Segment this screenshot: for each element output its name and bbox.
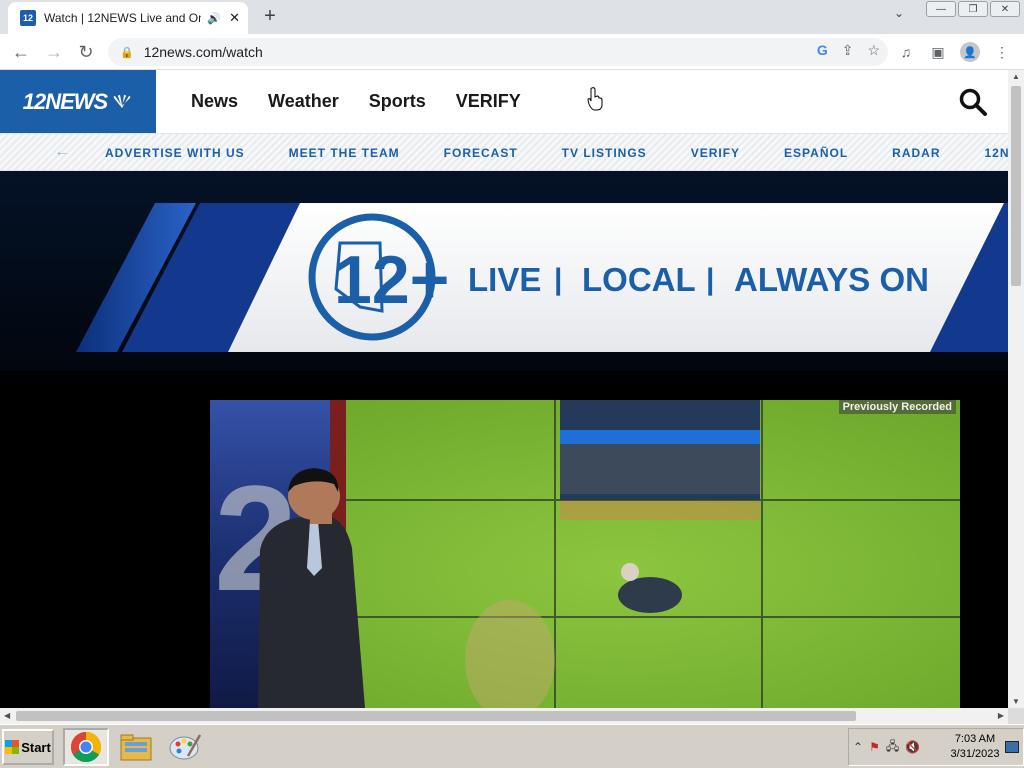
chrome-icon: [70, 732, 102, 763]
hand-cursor-icon: [587, 87, 603, 111]
subnav-forecast[interactable]: FORECAST: [444, 146, 518, 160]
video-player[interactable]: 2 Previously Recorded: [210, 400, 960, 708]
profile-button[interactable]: 👤: [958, 40, 982, 64]
subnav-verify[interactable]: VERIFY: [691, 146, 740, 160]
forward-button[interactable]: →: [42, 40, 66, 64]
browser-toolbar: ← → ↻ 🔒 12news.com/watch G ⇪ ☆ ♫ ▣ 👤 ⋮: [0, 34, 1024, 70]
show-desktop-icon[interactable]: [1005, 741, 1019, 753]
lock-icon[interactable]: 🔒: [120, 46, 134, 59]
vertical-scrollbar[interactable]: ▲ ▼: [1008, 70, 1024, 708]
search-icon[interactable]: [958, 87, 988, 117]
folder-icon: [120, 734, 152, 761]
google-lens-icon[interactable]: G: [817, 42, 828, 59]
banner-badge-text: 12+: [334, 242, 449, 318]
action-center-flag-icon[interactable]: ⚑: [869, 740, 880, 754]
nav-weather[interactable]: Weather: [268, 91, 339, 112]
restore-button[interactable]: ❐: [958, 1, 988, 17]
previously-recorded-label: Previously Recorded: [838, 400, 956, 414]
horizontal-scrollbar[interactable]: ◀ ▶: [0, 708, 1008, 724]
nav-verify[interactable]: VERIFY: [456, 91, 521, 112]
side-panel-icon[interactable]: ▣: [926, 40, 950, 64]
scrollbar-corner: [1008, 708, 1024, 724]
scroll-up-arrow-icon[interactable]: ▲: [1012, 72, 1020, 81]
banner-separator-2: |: [706, 263, 714, 296]
close-window-button[interactable]: ✕: [990, 1, 1020, 17]
nav-sports[interactable]: Sports: [369, 91, 426, 112]
page-viewport: 12NEWS News Weather Sports VERIFY ← ADVE…: [0, 70, 1008, 708]
banner-tagline-local: LOCAL: [582, 261, 696, 298]
volume-muted-icon[interactable]: 🔇: [905, 740, 920, 754]
paint-palette-icon: [169, 734, 202, 760]
new-tab-button[interactable]: +: [258, 4, 282, 28]
window-controls: — ❐ ✕: [926, 1, 1020, 17]
browser-menu-icon[interactable]: ⋮: [990, 40, 1014, 64]
nbc-peacock-icon: [113, 94, 131, 108]
system-clock[interactable]: 7:03 AM 3/31/2023: [945, 732, 1005, 762]
browser-tab[interactable]: 12 Watch | 12NEWS Live and On-D 🔊 ✕: [8, 2, 248, 34]
nav-news[interactable]: News: [191, 91, 238, 112]
start-button[interactable]: Start: [2, 729, 54, 765]
main-nav: News Weather Sports VERIFY: [191, 70, 521, 133]
start-label: Start: [21, 739, 51, 755]
banner-tagline-always-on: ALWAYS ON: [734, 261, 929, 298]
clock-date: 3/31/2023: [950, 748, 1000, 760]
taskbar-chrome[interactable]: [63, 728, 109, 766]
subnav-advertise[interactable]: ADVERTISE WITH US: [105, 146, 245, 160]
taskbar: Start ⌃ ⚑ �: [0, 724, 1024, 768]
profile-avatar-icon: 👤: [960, 42, 980, 62]
site-logo[interactable]: 12NEWS: [0, 70, 156, 133]
address-bar[interactable]: 🔒 12news.com/watch G ⇪ ☆: [108, 38, 888, 66]
subnav-espanol[interactable]: ESPAÑOL: [784, 146, 848, 160]
scroll-left-arrow-icon[interactable]: ←: [54, 143, 70, 161]
site-header: 12NEWS News Weather Sports VERIFY: [0, 70, 1008, 133]
subnav-12news[interactable]: 12NEWS: [985, 146, 1009, 160]
banner-tagline-live: LIVE: [468, 261, 541, 298]
browser-tabstrip: 12 Watch | 12NEWS Live and On-D 🔊 ✕ + ⌄ …: [0, 0, 1024, 34]
reload-button[interactable]: ↻: [74, 40, 98, 64]
audio-playing-icon[interactable]: 🔊: [207, 12, 221, 25]
scroll-left-icon[interactable]: ◀: [4, 711, 10, 720]
site-favicon-icon: 12: [20, 10, 36, 26]
vertical-scroll-thumb[interactable]: [1011, 86, 1021, 286]
banner-separator-1: |: [554, 263, 562, 296]
logo-text: 12NEWS: [22, 88, 108, 114]
tab-close-icon[interactable]: ✕: [229, 10, 240, 26]
horizontal-scroll-thumb[interactable]: [16, 711, 856, 721]
scroll-down-arrow-icon[interactable]: ▼: [1012, 697, 1020, 706]
video-frame: 2: [210, 400, 960, 708]
omnibox-actions: G ⇪ ☆: [817, 42, 880, 59]
clock-time: 7:03 AM: [954, 733, 996, 745]
secondary-nav: ← ADVERTISE WITH US MEET THE TEAM FORECA…: [0, 133, 1008, 171]
secondary-nav-items: ADVERTISE WITH US MEET THE TEAM FORECAST…: [105, 134, 1009, 170]
tab-search-icon[interactable]: ⌄: [894, 6, 904, 20]
show-hidden-icons-icon[interactable]: ⌃: [853, 740, 863, 754]
system-tray: ⌃ ⚑ 🖧 🔇 7:03 AM 3/31/2023: [848, 728, 1024, 766]
back-button[interactable]: ←: [9, 40, 33, 64]
share-icon[interactable]: ⇪: [842, 42, 854, 59]
url-text[interactable]: 12news.com/watch: [144, 44, 263, 60]
subnav-tv-listings[interactable]: TV LISTINGS: [562, 146, 647, 160]
minimize-button[interactable]: —: [926, 1, 956, 17]
hero-section: 12+ LIVE | LOCAL | ALWAYS ON 2 Previousl…: [0, 171, 1008, 708]
taskbar-paint[interactable]: [162, 728, 208, 766]
bookmark-star-icon[interactable]: ☆: [867, 42, 880, 59]
taskbar-file-explorer[interactable]: [113, 728, 159, 766]
tab-title: Watch | 12NEWS Live and On-D: [44, 11, 202, 25]
network-icon[interactable]: 🖧: [886, 737, 899, 758]
windows-logo-icon: [5, 740, 20, 754]
subnav-meet-the-team[interactable]: MEET THE TEAM: [289, 146, 400, 160]
subnav-radar[interactable]: RADAR: [892, 146, 940, 160]
scroll-right-icon[interactable]: ▶: [998, 711, 1004, 720]
tray-icons: ⌃ ⚑ 🖧 🔇: [853, 737, 920, 758]
live-local-banner: 12+ LIVE | LOCAL | ALWAYS ON: [76, 203, 1008, 352]
media-controls-icon[interactable]: ♫: [894, 40, 918, 64]
